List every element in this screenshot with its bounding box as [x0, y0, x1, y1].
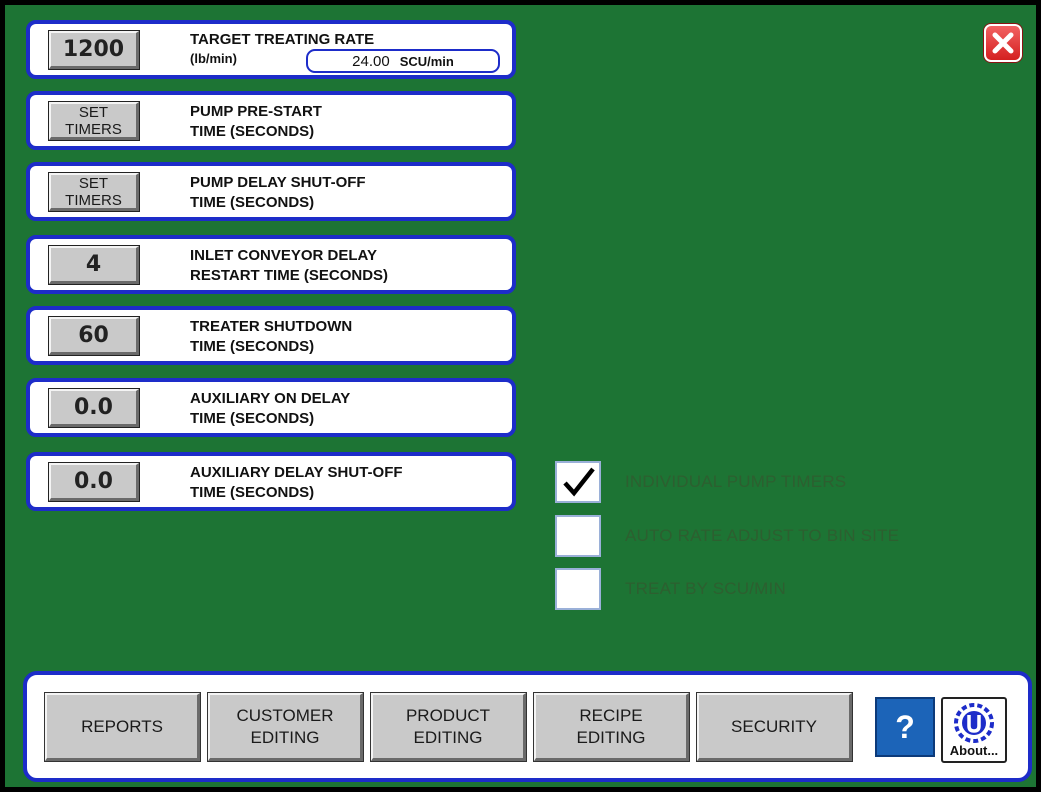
inlet-conveyor-delay-label: INLET CONVEYOR DELAY RESTART TIME (SECON… [190, 246, 388, 286]
target-rate-value-button[interactable]: 1200 [48, 30, 140, 70]
nav-label: REPORTS [81, 716, 163, 736]
auxiliary-on-delay-label: AUXILIARY ON DELAY TIME (SECONDS) [190, 389, 350, 429]
about-label: About... [949, 743, 999, 758]
target-rate-label: TARGET TREATING RATE [190, 30, 374, 50]
target-rate-label-text: TARGET TREATING RATE [190, 31, 375, 48]
pump-pre-start-set-timers-button[interactable]: SET TIMERS [48, 101, 140, 141]
checkmark-icon [563, 467, 595, 497]
nav-label: SECURITY [731, 716, 817, 736]
auxiliary-on-delay-value-button[interactable]: 0.0 [48, 388, 140, 428]
nav-label-line-1: CUSTOMER [236, 705, 334, 725]
option-individual-pump-timers: INDIVIDUAL PUMP TIMERS [555, 461, 1015, 503]
bottom-nav-bar: REPORTS CUSTOMER EDITING PRODUCT EDITING… [23, 671, 1032, 782]
treat-by-scu-checkbox[interactable] [555, 568, 601, 610]
pump-pre-start-row: SET TIMERS PUMP PRE-START TIME (SECONDS) [26, 91, 516, 150]
option-treat-by-scu: TREAT BY SCU/min [555, 568, 1015, 610]
label-line-2: RESTART TIME (SECONDS) [190, 267, 389, 284]
screen: 1200 TARGET TREATING RATE (lb/min) 24.00… [5, 5, 1036, 787]
scu-rate-units: SCU/min [399, 53, 454, 69]
treater-shutdown-row: 60 TREATER SHUTDOWN TIME (SECONDS) [26, 306, 516, 365]
nav-label-line-2: EDITING [413, 727, 483, 747]
customer-editing-button[interactable]: CUSTOMER EDITING [207, 692, 364, 762]
label-line-1: AUXILIARY DELAY SHUT-OFF [190, 464, 403, 481]
auxiliary-delay-shutoff-row: 0.0 AUXILIARY DELAY SHUT-OFF TIME (SECON… [26, 452, 516, 511]
close-icon [992, 32, 1014, 54]
inlet-conveyor-delay-value-button[interactable]: 4 [48, 245, 140, 285]
nav-label-line-2: EDITING [250, 727, 320, 747]
pump-pre-start-label: PUMP PRE-START TIME (SECONDS) [190, 102, 322, 142]
auto-rate-adjust-label: AUTO RATE ADJUST TO BIN SITE [625, 526, 900, 545]
nav-label-line-2: EDITING [576, 727, 646, 747]
close-button[interactable] [984, 24, 1022, 62]
pump-delay-shutoff-set-timers-button[interactable]: SET TIMERS [48, 172, 140, 212]
individual-pump-timers-label: INDIVIDUAL PUMP TIMERS [625, 472, 847, 491]
auxiliary-on-delay-row: 0.0 AUXILIARY ON DELAY TIME (SECONDS) [26, 378, 516, 437]
auxiliary-delay-shutoff-label: AUXILIARY DELAY SHUT-OFF TIME (SECONDS) [190, 463, 403, 503]
recipe-editing-button[interactable]: RECIPE EDITING [533, 692, 690, 762]
nav-label-line-1: PRODUCT [405, 705, 491, 725]
help-icon: ? [895, 708, 915, 745]
button-line-2: TIMERS [65, 191, 122, 209]
rate-units-label: (lb/min) [190, 51, 237, 66]
button-line-2: TIMERS [65, 120, 122, 138]
reports-button[interactable]: REPORTS [44, 692, 201, 762]
company-logo-icon [954, 703, 994, 743]
label-line-2: TIME (SECONDS) [190, 194, 315, 211]
scu-rate-value: 24.00 [352, 52, 390, 70]
nav-label-line-1: RECIPE [579, 705, 643, 725]
product-editing-button[interactable]: PRODUCT EDITING [370, 692, 527, 762]
auto-rate-adjust-checkbox[interactable] [555, 515, 601, 557]
label-line-1: TREATER SHUTDOWN [190, 318, 353, 335]
treat-by-scu-label: TREAT BY SCU/min [625, 579, 786, 598]
security-button[interactable]: SECURITY [696, 692, 853, 762]
label-line-1: PUMP PRE-START [190, 103, 322, 120]
about-button[interactable]: About... [941, 697, 1007, 763]
label-line-2: TIME (SECONDS) [190, 410, 315, 427]
treater-shutdown-label: TREATER SHUTDOWN TIME (SECONDS) [190, 317, 352, 357]
pump-delay-shutoff-label: PUMP DELAY SHUT-OFF TIME (SECONDS) [190, 173, 366, 213]
individual-pump-timers-checkbox[interactable] [555, 461, 601, 503]
label-line-1: PUMP DELAY SHUT-OFF [190, 174, 366, 191]
auxiliary-delay-shutoff-value-button[interactable]: 0.0 [48, 462, 140, 502]
label-line-1: INLET CONVEYOR DELAY [190, 247, 377, 264]
pump-delay-shutoff-row: SET TIMERS PUMP DELAY SHUT-OFF TIME (SEC… [26, 162, 516, 221]
inlet-conveyor-delay-row: 4 INLET CONVEYOR DELAY RESTART TIME (SEC… [26, 235, 516, 294]
label-line-1: AUXILIARY ON DELAY [190, 390, 351, 407]
target-treating-rate-row: 1200 TARGET TREATING RATE (lb/min) 24.00… [26, 20, 516, 79]
label-line-2: TIME (SECONDS) [190, 338, 315, 355]
option-auto-rate-adjust: AUTO RATE ADJUST TO BIN SITE [555, 515, 1015, 557]
button-line-1: SET [78, 103, 109, 121]
button-line-1: SET [78, 174, 109, 192]
help-button[interactable]: ? [875, 697, 935, 757]
treater-shutdown-value-button[interactable]: 60 [48, 316, 140, 356]
scu-rate-display: 24.00 SCU/min [306, 49, 500, 73]
label-line-2: TIME (SECONDS) [190, 484, 315, 501]
label-line-2: TIME (SECONDS) [190, 123, 315, 140]
